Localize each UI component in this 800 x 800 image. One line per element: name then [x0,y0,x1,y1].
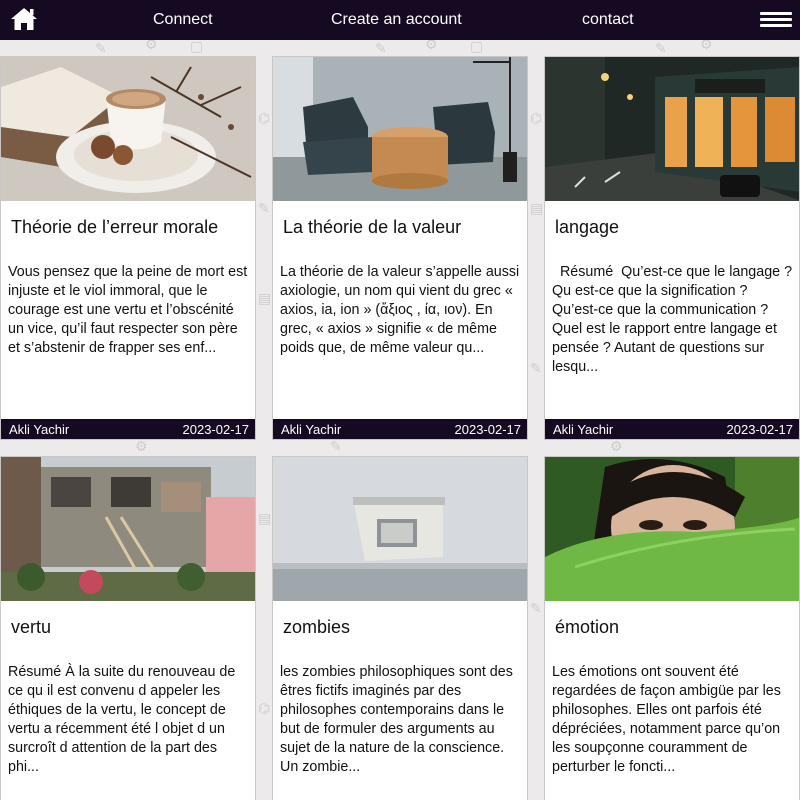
card-footer: Akli Yachir 2023-02-17 [1,419,255,439]
card-title: Théorie de l’erreur morale [11,217,219,237]
article-card[interactable]: Théorie de l’erreur morale Vous pensez q… [0,56,256,440]
card-excerpt: Résumé Qu’est-ce que le langage ? Qu est… [552,264,797,375]
article-card[interactable]: vertu Résumé À la suite du renouveau de … [0,456,256,800]
contact-link[interactable]: contact [582,0,634,40]
card-title: langage [555,217,620,237]
card-author: Akli Yachir [553,422,614,437]
card-image-coffee [1,57,255,201]
card-image-face-leaf [545,457,799,601]
card-author: Akli Yachir [9,422,70,437]
card-image-chairs [273,57,527,201]
navbar: Connect Create an account contact [0,0,800,40]
card-excerpt: Vous pensez que la peine de mort est inj… [8,264,248,356]
article-card[interactable]: émotion Les émotions ont souvent été reg… [544,456,800,800]
card-title: zombies [283,617,351,637]
card-footer: Akli Yachir 2023-02-17 [545,419,799,439]
card-title: La théorie de la valeur [283,217,462,237]
card-date: 2023-02-17 [726,422,794,437]
card-excerpt: La théorie de la valeur s’appelle aussi … [280,264,520,356]
card-excerpt: Résumé À la suite du renouveau de ce qu … [8,664,236,775]
home-icon[interactable] [10,6,38,32]
card-footer: Akli Yachir 2023-02-17 [273,419,527,439]
card-excerpt: Les émotions ont souvent été regardées d… [552,664,781,775]
connect-link[interactable]: Connect [153,0,213,40]
card-date: 2023-02-17 [182,422,250,437]
article-card[interactable]: langage Résumé Qu’est-ce que le langage … [544,56,800,440]
article-card[interactable]: zombies les zombies philosophiques sont … [272,456,528,800]
card-title: vertu [11,617,52,637]
hamburger-menu-icon[interactable] [760,12,792,28]
card-author: Akli Yachir [281,422,342,437]
card-image-foggy-hut [273,457,527,601]
card-image-night-street [545,57,799,201]
card-title: émotion [555,617,620,637]
create-account-link[interactable]: Create an account [331,0,462,40]
card-excerpt: les zombies philosophiques sont des être… [280,664,513,775]
article-card[interactable]: La théorie de la valeur La théorie de la… [272,56,528,440]
card-date: 2023-02-17 [454,422,522,437]
card-image-courtyard [1,457,255,601]
